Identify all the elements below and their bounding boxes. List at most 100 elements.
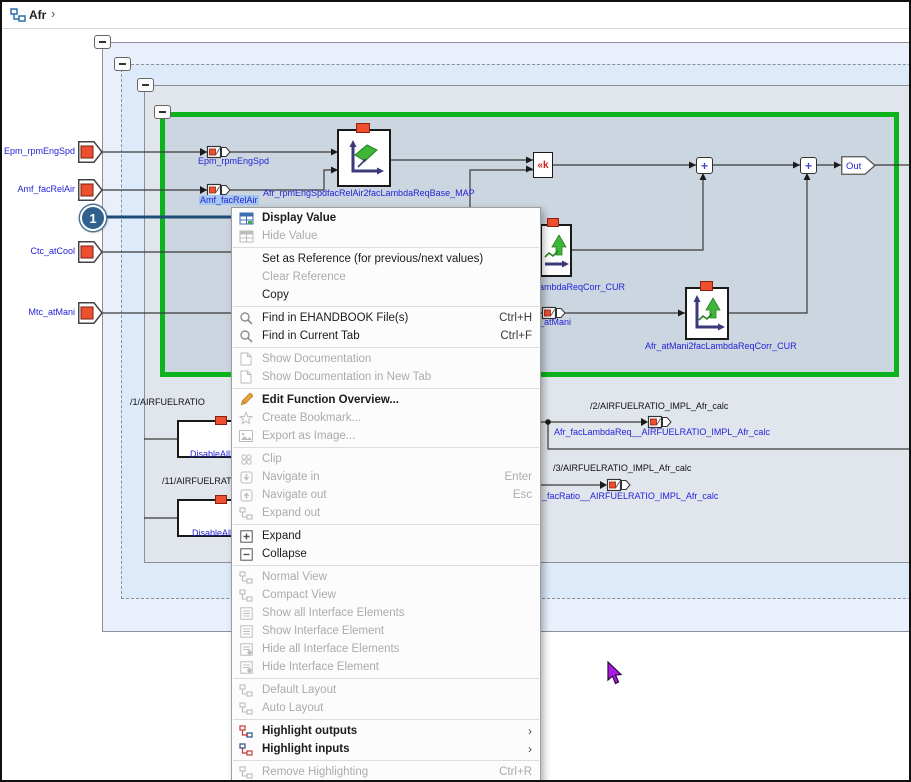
- menu-item-find-in-ehandbook-file-s[interactable]: Find in EHANDBOOK File(s) Ctrl+H: [232, 309, 540, 327]
- menu-separator: [233, 388, 539, 389]
- menu-item-label: Clip: [262, 453, 532, 465]
- menu-item-label: Hide all Interface Elements: [262, 643, 532, 655]
- collapse-button[interactable]: [154, 105, 171, 119]
- menu-item-label: Highlight inputs: [262, 743, 518, 755]
- menu-item-export-as-image: Export as Image...: [232, 427, 540, 445]
- menu-item-label: Create Bookmark...: [262, 412, 532, 424]
- menu-separator: [233, 306, 539, 307]
- collapse-button[interactable]: [114, 57, 131, 71]
- breakpoint-marker: [215, 495, 227, 504]
- menu-item-label: Compact View: [262, 589, 532, 601]
- menu-shortcut: Ctrl+H: [499, 312, 532, 324]
- input-label-ctc_atcool[interactable]: Ctc_atCool: [4, 246, 75, 256]
- menu-item-label: Export as Image...: [262, 430, 532, 442]
- menu-item-display-value[interactable]: Display Value: [232, 209, 540, 227]
- step-badge: 1: [80, 205, 106, 231]
- breadcrumb-chevron-icon[interactable]: ›: [51, 6, 55, 21]
- menu-separator: [233, 247, 539, 248]
- menu-item-label: Show Documentation: [262, 353, 532, 365]
- input-port-epm_rpmengspd[interactable]: [78, 141, 103, 168]
- menu-item-edit-function-overview[interactable]: Edit Function Overview...: [232, 391, 540, 409]
- no-icon: [238, 252, 254, 266]
- context-menu: Display Value Hide Value Set as Reference …: [231, 207, 541, 782]
- menu-item-find-in-current-tab[interactable]: Find in Current Tab Ctrl+F: [232, 327, 540, 345]
- menu-item-hide-interface-element: Hide Interface Element: [232, 658, 540, 676]
- input-label-amf_facrelair[interactable]: Amf_facRelAir: [4, 184, 75, 194]
- tree-icon: [238, 588, 254, 602]
- cur-block[interactable]: [540, 224, 572, 277]
- menu-item-navigate-out: Navigate outEsc: [232, 486, 540, 504]
- menu-item-auto-layout: Auto Layout: [232, 699, 540, 717]
- input-port-ctc_atcool[interactable]: [78, 241, 103, 268]
- menu-item-label: Display Value: [262, 212, 532, 224]
- document-icon: [238, 370, 254, 384]
- menu-item-remove-highlighting: Remove HighlightingCtrl+R: [232, 763, 540, 781]
- input-label-mtc_atmani[interactable]: Mtc_atMani: [4, 307, 75, 317]
- tree-icon: [238, 570, 254, 584]
- menu-item-label: Default Layout: [262, 684, 532, 696]
- menu-item-default-layout: Default Layout: [232, 681, 540, 699]
- breakpoint-marker: [215, 416, 227, 425]
- cur-block[interactable]: [685, 287, 729, 340]
- menu-item-label: Hide Interface Element: [262, 661, 532, 673]
- collapse-icon: [238, 547, 254, 561]
- port-label-highlighted[interactable]: Amf_facRelAir: [199, 195, 259, 205]
- menu-item-show-interface-element: Show Interface Element: [232, 622, 540, 640]
- signal-name-label[interactable]: _facRatio__AIRFUELRATIO_IMPL_Afr_calc: [542, 491, 718, 501]
- input-port-mtc_atmani[interactable]: [78, 302, 103, 329]
- input-port-amf_facrelair[interactable]: [78, 179, 103, 206]
- menu-item-label: Find in Current Tab: [262, 330, 488, 342]
- cur-block-label[interactable]: ambdaReqCorr_CUR: [539, 282, 625, 292]
- subsystem-name-label[interactable]: DisableAllI: [190, 449, 233, 459]
- adder-block[interactable]: +: [800, 157, 817, 174]
- menu-item-highlight-inputs[interactable]: Highlight inputs›: [232, 740, 540, 758]
- port-label[interactable]: Epm_rpmEngSpd: [198, 156, 269, 166]
- port-label[interactable]: _atMani: [539, 317, 571, 327]
- cur-breakpoint-marker: [700, 281, 713, 291]
- menu-item-label: Highlight outputs: [262, 725, 518, 737]
- tree-icon: [238, 683, 254, 697]
- menu-item-label: Edit Function Overview...: [262, 394, 532, 406]
- collapse-button[interactable]: [137, 78, 154, 92]
- ehandbook-window: Afr ›: [0, 0, 911, 782]
- menu-item-label: Navigate out: [262, 489, 501, 501]
- breadcrumb-function-name[interactable]: Afr: [29, 8, 46, 22]
- menu-item-create-bookmark: Create Bookmark...: [232, 409, 540, 427]
- menu-item-collapse[interactable]: Collapse: [232, 545, 540, 563]
- menu-item-highlight-outputs[interactable]: Highlight outputs›: [232, 722, 540, 740]
- menu-separator: [233, 447, 539, 448]
- menu-item-label: Show Interface Element: [262, 625, 532, 637]
- function-tree-icon: [10, 7, 26, 28]
- menu-item-label: Show all Interface Elements: [262, 607, 532, 619]
- breadcrumb-bar: Afr ›: [2, 2, 909, 29]
- map-block-label[interactable]: Afr_rpmEngSpdfacRelAir2facLambdaReqBase_…: [263, 188, 475, 198]
- cur-block-label[interactable]: Afr_atMani2facLambdaReqCorr_CUR: [645, 341, 797, 351]
- menu-item-set-as-reference-for-previous-next-values[interactable]: Set as Reference (for previous/next valu…: [232, 250, 540, 268]
- tree-icon: [238, 765, 254, 779]
- menu-item-show-documentation-in-new-tab: Show Documentation in New Tab: [232, 368, 540, 386]
- menu-shortcut: Enter: [505, 471, 533, 483]
- subsystem-name-label[interactable]: DisableAll: [192, 528, 232, 538]
- menu-item-navigate-in: Navigate inEnter: [232, 468, 540, 486]
- signal-name-label[interactable]: Afr_facLambdaReq__AIRFUELRATIO_IMPL_Afr_…: [554, 427, 770, 437]
- signal-path-label: /3/AIRFUELRATIO_IMPL_Afr_calc: [553, 463, 691, 473]
- menu-item-expand[interactable]: Expand: [232, 527, 540, 545]
- curve-icon: [689, 294, 725, 334]
- menu-shortcut: Ctrl+F: [500, 330, 532, 342]
- image-icon: [238, 429, 254, 443]
- menu-item-expand-out: Expand out: [232, 504, 540, 522]
- shift-block[interactable]: «k: [533, 152, 553, 178]
- input-label-epm_rpmengspd[interactable]: Epm_rpmEngSpd: [4, 146, 75, 156]
- no-icon: [238, 270, 254, 284]
- out-port[interactable]: Out: [841, 156, 877, 175]
- adder-block[interactable]: +: [696, 157, 713, 174]
- menu-item-label: Normal View: [262, 571, 532, 583]
- menu-item-label: Set as Reference (for previous/next valu…: [262, 253, 532, 265]
- menu-item-label: Find in EHANDBOOK File(s): [262, 312, 487, 324]
- menu-separator: [233, 565, 539, 566]
- pencil-icon: [238, 393, 254, 407]
- menu-item-hide-value: Hide Value: [232, 227, 540, 245]
- collapse-button[interactable]: [94, 35, 111, 49]
- map-block[interactable]: [337, 129, 391, 187]
- menu-item-copy[interactable]: Copy: [232, 286, 540, 304]
